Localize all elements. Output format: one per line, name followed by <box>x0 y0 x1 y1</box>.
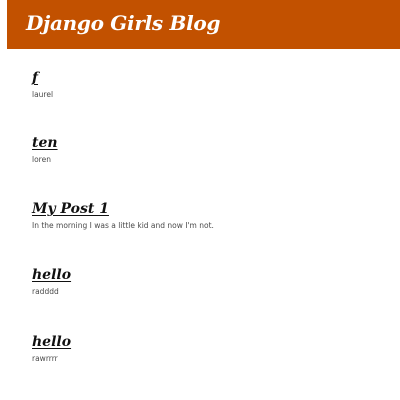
page-header: Django Girls Blog <box>7 0 400 49</box>
post-title-link[interactable]: hello <box>32 266 71 284</box>
post-item: hello radddd <box>32 266 372 297</box>
post-item: My Post 1 In the morning I was a little … <box>32 200 372 231</box>
post-text: laurel <box>32 90 54 99</box>
post-title-link[interactable]: hello <box>32 333 71 351</box>
post-text: loren <box>32 155 51 164</box>
post-title-link[interactable]: ten <box>32 134 58 152</box>
post-title-link[interactable]: My Post 1 <box>32 200 109 218</box>
post-item: f laurel <box>32 69 372 100</box>
blog-page: Django Girls Blog f laurel ten loren My … <box>0 0 400 400</box>
site-title-link[interactable]: Django Girls Blog <box>26 10 220 36</box>
post-text: radddd <box>32 287 59 296</box>
post-text: rawrrrr <box>32 354 58 363</box>
post-text: In the morning I was a little kid and no… <box>32 221 214 230</box>
post-item: hello rawrrrr <box>32 333 372 364</box>
post-item: ten loren <box>32 134 372 165</box>
post-title-link[interactable]: f <box>32 69 38 87</box>
